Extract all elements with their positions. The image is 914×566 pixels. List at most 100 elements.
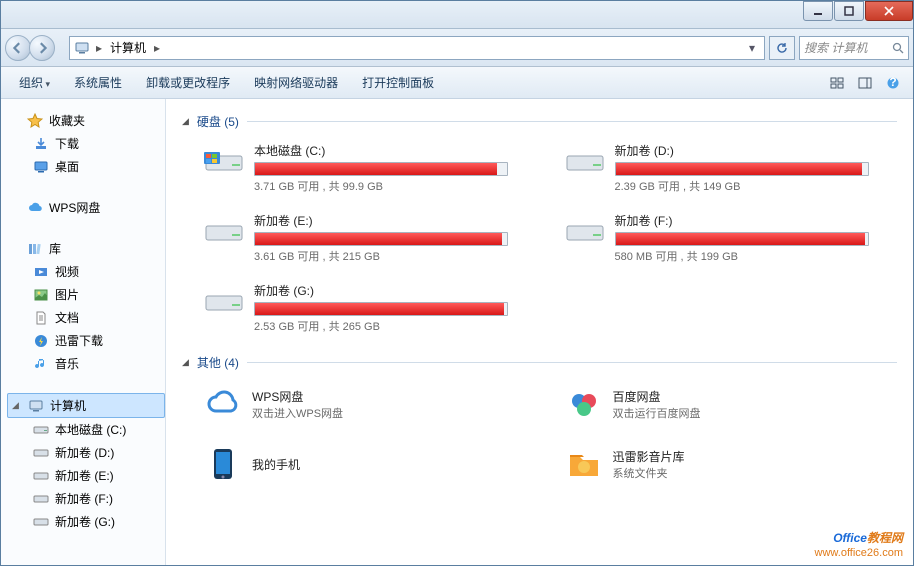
computer-icon <box>74 40 90 56</box>
sidebar-item-downloads[interactable]: 下载 <box>7 132 165 155</box>
search-input[interactable]: 搜索 计算机 <box>799 36 909 60</box>
sidebar-item-label: 收藏夹 <box>49 112 85 129</box>
refresh-button[interactable] <box>769 36 795 60</box>
capacity-bar <box>254 162 508 176</box>
drive-item[interactable]: 新加卷 (E:) 3.61 GB 可用 , 共 215 GB <box>200 210 510 266</box>
picture-icon <box>33 287 49 303</box>
sidebar-item-drive-d[interactable]: 新加卷 (D:) <box>7 441 165 464</box>
drive-item[interactable]: 新加卷 (G:) 2.53 GB 可用 , 共 265 GB <box>200 280 510 336</box>
sidebar-item-label: 桌面 <box>55 158 79 175</box>
sidebar-item-desktop[interactable]: 桌面 <box>7 155 165 178</box>
other-item[interactable]: 迅雷影音片库 系统文件夹 <box>561 441 871 487</box>
sidebar-computer-group: ◢ 计算机 本地磁盘 (C:) 新加卷 (D:) 新加卷 (E:) <box>7 393 165 533</box>
content-pane: ◢ 硬盘 (5) 本地磁盘 (C:) 3.71 GB 可用 , 共 99.9 G… <box>166 99 913 565</box>
other-item-sub: 双击运行百度网盘 <box>613 405 701 421</box>
sidebar-item-drive-g[interactable]: 新加卷 (G:) <box>7 510 165 533</box>
divider <box>247 362 897 363</box>
sidebar-libraries-header[interactable]: 库 <box>7 237 165 260</box>
minimize-button[interactable] <box>803 1 833 21</box>
sidebar-wps-group: WPS网盘 <box>7 196 165 219</box>
other-item-sub: 双击进入WPS网盘 <box>252 405 343 421</box>
drive-capacity-text: 3.71 GB 可用 , 共 99.9 GB <box>254 178 508 194</box>
drive-grid: 本地磁盘 (C:) 3.71 GB 可用 , 共 99.9 GB 新加卷 (D:… <box>200 140 897 336</box>
map-network-drive-button[interactable]: 映射网络驱动器 <box>244 70 348 95</box>
sidebar-item-label: 新加卷 (G:) <box>55 513 115 530</box>
sidebar-item-label: 视频 <box>55 263 79 280</box>
drive-icon <box>33 468 49 484</box>
other-item[interactable]: 百度网盘 双击运行百度网盘 <box>561 381 871 427</box>
drive-item[interactable]: 新加卷 (D:) 2.39 GB 可用 , 共 149 GB <box>561 140 871 196</box>
address-bar-row: ▸ 计算机 ▸ ▾ 搜索 计算机 <box>1 29 913 67</box>
explorer-window: ▸ 计算机 ▸ ▾ 搜索 计算机 组织 系统属性 卸载或更改程序 映射网络驱动器… <box>0 0 914 566</box>
other-item-name: 百度网盘 <box>613 388 701 405</box>
system-properties-button[interactable]: 系统属性 <box>64 70 132 95</box>
capacity-bar <box>254 232 508 246</box>
sidebar-item-videos[interactable]: 视频 <box>7 260 165 283</box>
other-item-name: WPS网盘 <box>252 388 343 405</box>
forward-button[interactable] <box>29 35 55 61</box>
drive-name: 新加卷 (F:) <box>615 212 869 229</box>
drive-capacity-text: 580 MB 可用 , 共 199 GB <box>615 248 869 264</box>
sidebar-wps[interactable]: WPS网盘 <box>7 196 165 219</box>
section-title: 硬盘 (5) <box>197 113 239 130</box>
watermark-url: www.office26.com <box>815 547 903 559</box>
sidebar-favorites-header[interactable]: 收藏夹 <box>7 109 165 132</box>
help-button[interactable]: ? <box>881 71 905 95</box>
watermark-text: Office <box>833 531 867 545</box>
maximize-button[interactable] <box>834 1 864 21</box>
drive-icon <box>563 212 607 248</box>
sidebar-item-music[interactable]: 音乐 <box>7 352 165 375</box>
titlebar <box>1 1 913 29</box>
desktop-icon <box>33 159 49 175</box>
sidebar: 收藏夹 下载 桌面 WPS网盘 <box>1 99 166 565</box>
sidebar-item-drive-f[interactable]: 新加卷 (F:) <box>7 487 165 510</box>
other-section-header[interactable]: ◢ 其他 (4) <box>182 354 897 371</box>
wps-cloud-icon <box>204 385 242 423</box>
sidebar-item-label: 库 <box>49 240 61 257</box>
collapse-icon: ◢ <box>182 116 189 127</box>
control-panel-button[interactable]: 打开控制面板 <box>352 70 444 95</box>
sidebar-item-label: 音乐 <box>55 355 79 372</box>
sidebar-item-label: 本地磁盘 (C:) <box>55 421 126 438</box>
back-button[interactable] <box>5 35 31 61</box>
other-item-name: 我的手机 <box>252 456 300 473</box>
sidebar-item-label: 新加卷 (E:) <box>55 467 114 484</box>
other-item[interactable]: WPS网盘 双击进入WPS网盘 <box>200 381 510 427</box>
drive-capacity-text: 2.39 GB 可用 , 共 149 GB <box>615 178 869 194</box>
uninstall-programs-button[interactable]: 卸载或更改程序 <box>136 70 240 95</box>
phone-icon <box>204 445 242 483</box>
preview-pane-button[interactable] <box>853 71 877 95</box>
music-icon <box>33 356 49 372</box>
sidebar-computer-header[interactable]: ◢ 计算机 <box>7 393 165 418</box>
sidebar-item-label: 下载 <box>55 135 79 152</box>
sidebar-libraries-group: 库 视频 图片 文档 迅雷下载 <box>7 237 165 375</box>
drive-name: 新加卷 (G:) <box>254 282 508 299</box>
breadcrumb-computer[interactable]: 计算机 <box>106 37 150 58</box>
drive-icon <box>202 142 246 178</box>
svg-text:?: ? <box>889 76 896 89</box>
star-icon <box>27 113 43 129</box>
capacity-bar <box>615 162 869 176</box>
sidebar-item-pictures[interactable]: 图片 <box>7 283 165 306</box>
organize-menu[interactable]: 组织 <box>9 70 60 95</box>
drives-section-header[interactable]: ◢ 硬盘 (5) <box>182 113 897 130</box>
view-options-button[interactable] <box>825 71 849 95</box>
dropdown-history-icon[interactable]: ▾ <box>744 40 760 56</box>
other-item[interactable]: 我的手机 <box>200 441 510 487</box>
sidebar-item-thunder[interactable]: 迅雷下载 <box>7 329 165 352</box>
drive-item[interactable]: 本地磁盘 (C:) 3.71 GB 可用 , 共 99.9 GB <box>200 140 510 196</box>
breadcrumb: ▸ 计算机 ▸ <box>94 37 740 58</box>
drive-item[interactable]: 新加卷 (F:) 580 MB 可用 , 共 199 GB <box>561 210 871 266</box>
chevron-right-icon[interactable]: ▸ <box>94 41 104 55</box>
thunder-icon <box>33 333 49 349</box>
expand-icon: ◢ <box>12 400 22 411</box>
close-button[interactable] <box>865 1 913 21</box>
chevron-right-icon[interactable]: ▸ <box>152 41 162 55</box>
sidebar-item-documents[interactable]: 文档 <box>7 306 165 329</box>
sidebar-item-label: 图片 <box>55 286 79 303</box>
sidebar-item-drive-e[interactable]: 新加卷 (E:) <box>7 464 165 487</box>
address-box[interactable]: ▸ 计算机 ▸ ▾ <box>69 36 765 60</box>
nav-buttons <box>5 33 65 63</box>
body: 收藏夹 下载 桌面 WPS网盘 <box>1 99 913 565</box>
sidebar-item-drive-c[interactable]: 本地磁盘 (C:) <box>7 418 165 441</box>
